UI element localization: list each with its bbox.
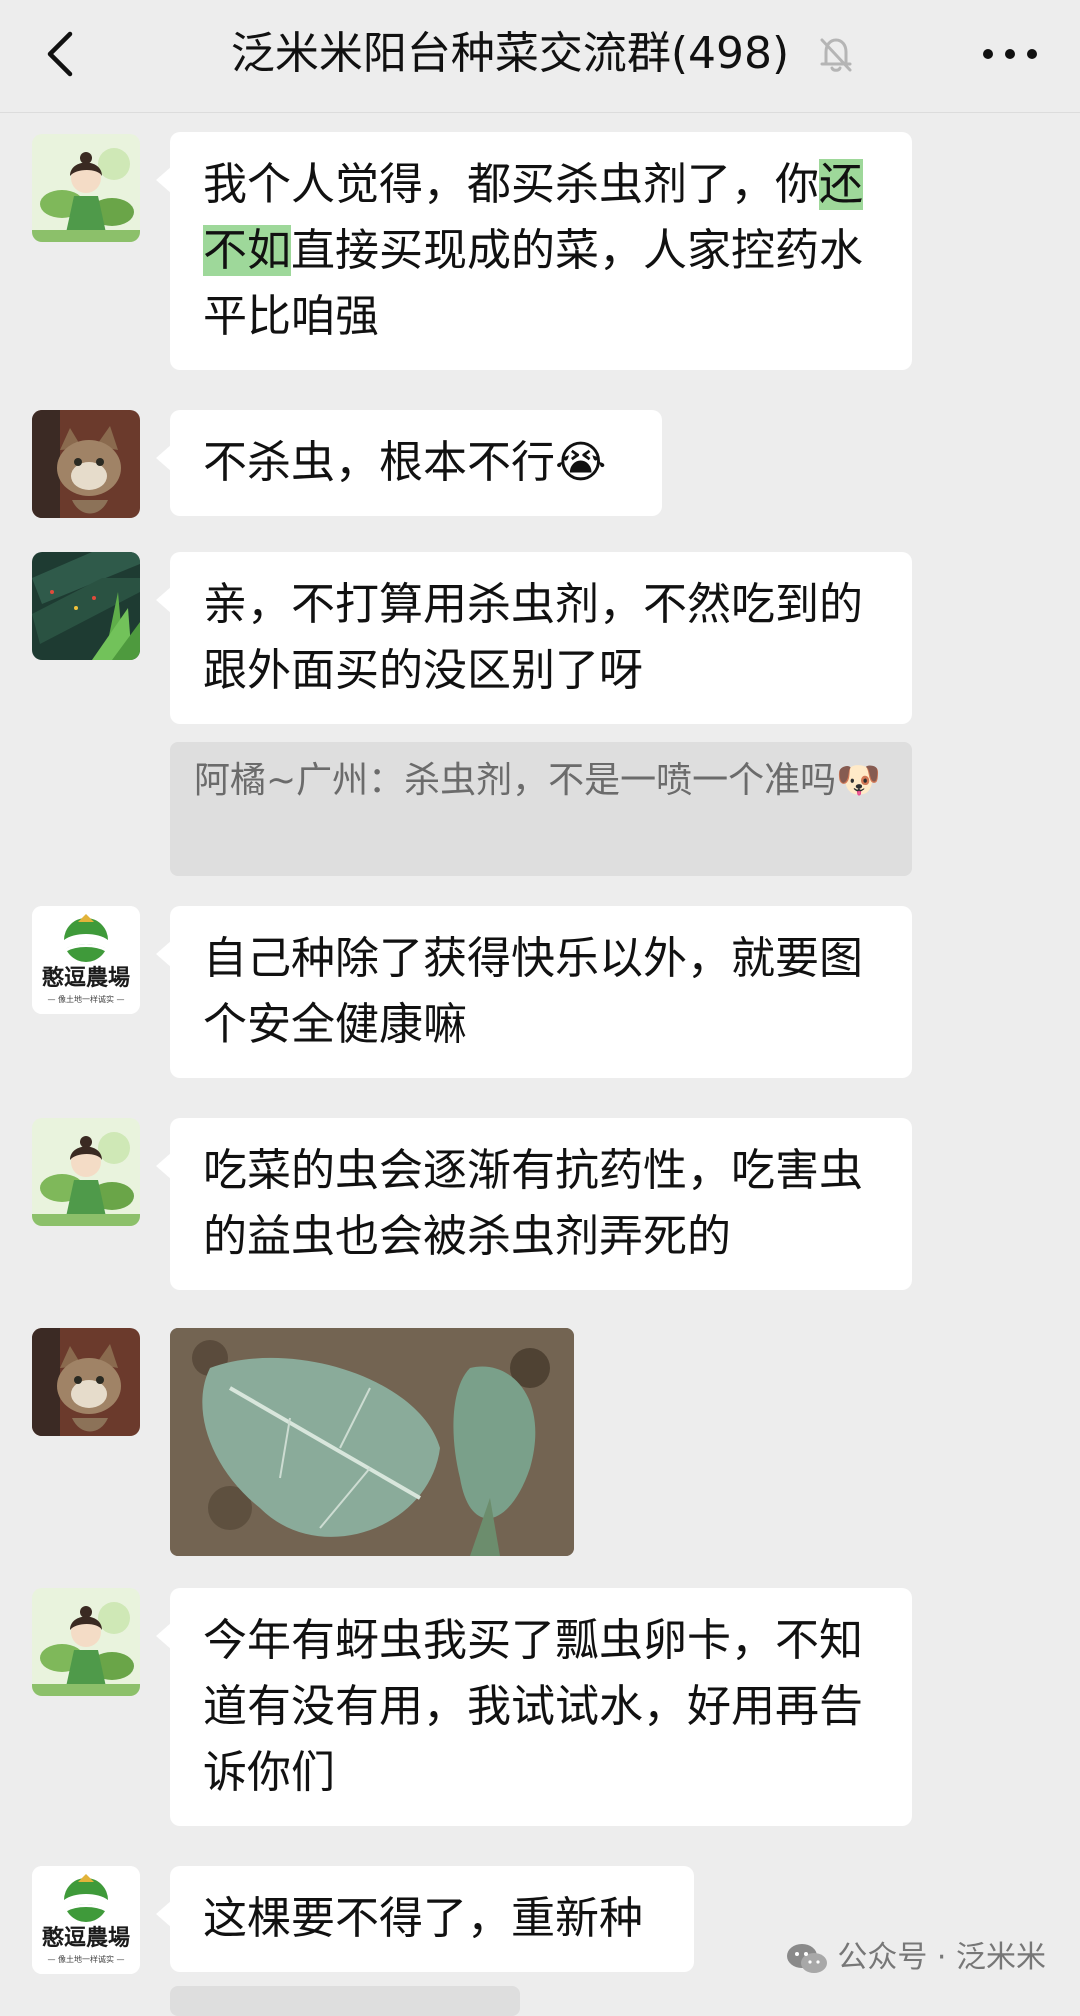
plant-photo [170, 1328, 574, 1556]
message-bubble[interactable]: 今年有蚜虫我买了瓢虫卵卡，不知道有没有用，我试试水，好用再告诉你们 [156, 1588, 912, 1826]
quoted-text: 阿橘~广州：杀虫剂，不是一喷一个准吗🐶 [194, 760, 881, 801]
next-message-bubble[interactable] [170, 1986, 520, 2016]
avatar-plant[interactable] [32, 552, 140, 660]
message-text: 这棵要不得了，重新种 [203, 1893, 643, 1944]
message-text: 亲，不打算用杀虫剂，不然吃到的跟外面买的没区别了呀 [203, 579, 863, 696]
chat-header: 泛米米阳台种菜交流群(498) [0, 0, 1080, 113]
message-bubble[interactable]: 自己种除了获得快乐以外，就要图个安全健康嘛 [156, 906, 912, 1078]
avatar-girl[interactable] [32, 134, 140, 242]
avatar-farm-logo[interactable]: 憨逗農場 — 像土地一样诚实 — [32, 906, 140, 1014]
farm-logo-name: 憨逗農場 [41, 965, 130, 991]
message-text: 吃菜的虫会逐渐有抗药性，吃害虫的益虫也会被杀虫剂弄死的 [203, 1145, 863, 1262]
chat-title: 泛米米阳台种菜交流群(498) [230, 28, 790, 79]
message-bubble[interactable]: 不杀虫，根本不行😭 [156, 410, 662, 516]
message-text: 我个人觉得，都买杀虫剂了，你 [203, 159, 819, 210]
watermark-text: 公众号 · 泛米米 [837, 1940, 1046, 1975]
back-arrow-icon [47, 31, 73, 77]
avatar-cat[interactable] [32, 410, 140, 518]
avatar-farm-logo[interactable]: 憨逗農場 — 像土地一样诚实 — [32, 1866, 140, 1974]
message-bubble[interactable]: 吃菜的虫会逐渐有抗药性，吃害虫的益虫也会被杀虫剂弄死的 [156, 1118, 912, 1290]
more-dots-icon [983, 49, 1037, 59]
muted-bell-icon [812, 30, 860, 78]
wechat-icon [787, 1943, 828, 1973]
back-button[interactable] [32, 24, 92, 84]
watermark: 公众号 · 泛米米 [785, 1933, 1046, 1983]
message-bubble[interactable]: 这棵要不得了，重新种 [156, 1866, 694, 1972]
message-bubble[interactable]: 亲，不打算用杀虫剂，不然吃到的跟外面买的没区别了呀 [156, 552, 912, 724]
avatar-cat[interactable] [32, 1328, 140, 1436]
farm-logo-slogan: — 像土地一样诚实 — [47, 995, 125, 1004]
message-text: 不杀虫，根本不行😭 [203, 437, 607, 488]
farm-logo-name: 憨逗農場 [41, 1925, 130, 1951]
message-text: 自己种除了获得快乐以外，就要图个安全健康嘛 [203, 933, 863, 1050]
message-text: 直接买现成的菜，人家控药水平比咱强 [203, 225, 863, 342]
quoted-reply[interactable]: 阿橘~广州：杀虫剂，不是一喷一个准吗🐶 [170, 742, 912, 876]
avatar-girl[interactable] [32, 1118, 140, 1226]
message-bubble[interactable]: 我个人觉得，都买杀虫剂了，你还不如直接买现成的菜，人家控药水平比咱强 [156, 132, 912, 370]
farm-logo-slogan: — 像土地一样诚实 — [47, 1955, 125, 1964]
message-text: 今年有蚜虫我买了瓢虫卵卡，不知道有没有用，我试试水，好用再告诉你们 [203, 1615, 863, 1798]
avatar-girl[interactable] [32, 1588, 140, 1696]
more-options-button[interactable] [974, 30, 1046, 78]
image-message[interactable] [170, 1328, 574, 1556]
